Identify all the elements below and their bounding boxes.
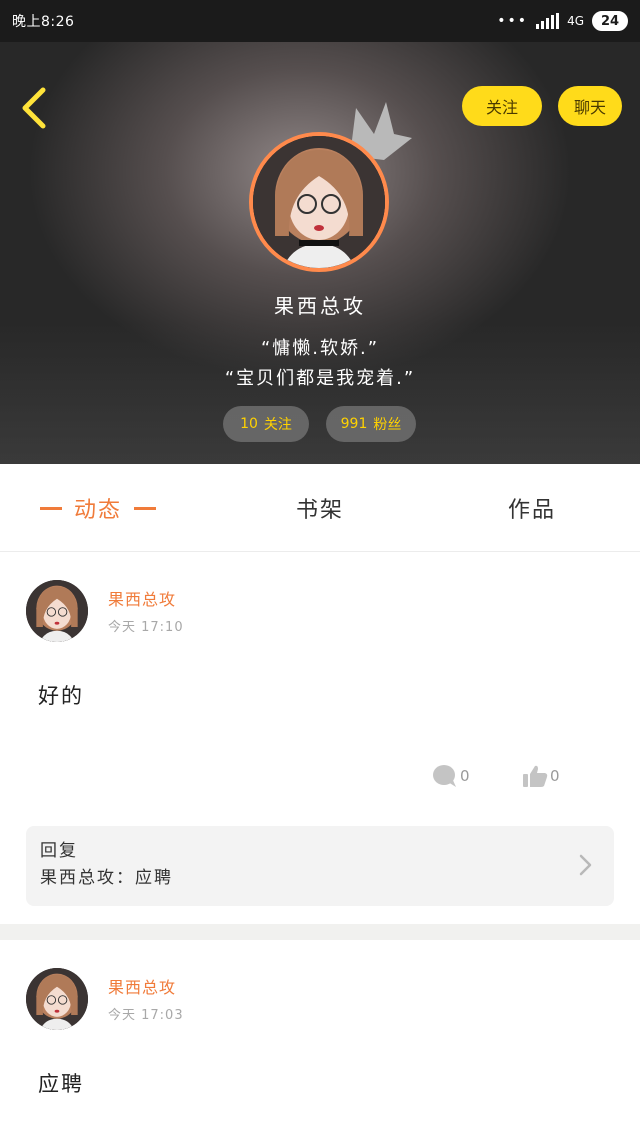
status-indicators: ••• 4G 24 [497,11,628,31]
following-label: 关注 [263,417,292,433]
chat-button[interactable]: 聊天 [558,86,622,126]
post-content: 应聘 [38,1072,84,1096]
avatar-image [26,580,88,642]
profile-tabs: 动态 书架 作品 [0,464,640,552]
comment-icon [433,765,456,787]
battery-icon: 24 [592,11,628,31]
fans-stat[interactable]: 991 粉丝 [326,406,416,442]
tab-label: 作品 [508,498,557,523]
feed-post: 果西总攻 今天 17:03 应聘 [0,940,640,1138]
comment-count: 0 [460,767,470,785]
tab-works[interactable]: 作品 [508,464,556,552]
post-avatar[interactable] [26,580,88,642]
battery-level: 24 [600,13,620,29]
reply-text: 应聘 [135,868,173,888]
fans-label: 粉丝 [373,417,402,433]
tab-label: 书架 [296,498,345,523]
notification-dots: ••• [497,13,529,29]
post-time: 今天 17:03 [108,1008,184,1023]
reply-title: 回复 [40,841,78,861]
network-type: 4G [567,14,584,28]
post-content: 好的 [38,684,84,708]
post-author[interactable]: 果西总攻 [108,974,176,998]
fans-count: 991 [340,416,368,432]
reply-line: 果西总攻：应聘 [40,864,600,892]
post-avatar[interactable] [26,968,88,1030]
tab-indicator-left [40,506,62,510]
comment-button[interactable]: 0 [432,764,470,788]
avatar-image [26,968,88,1030]
thumbs-up-icon [523,765,548,787]
signal-icon [536,13,560,29]
tab-dynamic[interactable]: 动态 [40,464,168,552]
tab-label: 动态 [74,498,123,523]
following-count: 10 [240,416,258,432]
follow-button[interactable]: 关注 [462,86,542,126]
post-author[interactable]: 果西总攻 [108,586,176,610]
like-button[interactable]: 0 [522,764,560,788]
status-bar: 晚上8:26 ••• 4G 24 [0,0,640,42]
profile-avatar[interactable] [249,132,389,272]
status-time: 晚上8:26 [12,14,75,30]
feed-post: 果西总攻 今天 17:10 好的 0 0 回复 果西总攻：应聘 [0,552,640,924]
profile-bio: “慵懒.软娇.” “宝贝们都是我宠着.” [0,334,640,394]
tab-bookshelf[interactable]: 书架 [296,464,344,552]
chevron-right-icon [579,854,592,876]
tab-indicator-right [134,506,157,510]
like-count: 0 [550,767,560,785]
post-time: 今天 17:10 [108,620,184,635]
reply-preview[interactable]: 回复 果西总攻：应聘 [26,826,614,906]
chevron-left-icon [22,87,46,129]
bio-line: “慵懒.软娇.” [260,338,380,359]
reply-author: 果西总攻 [40,868,116,888]
bio-line: “宝贝们都是我宠着.” [224,368,416,389]
post-separator [0,924,640,940]
reply-separator: ： [116,868,135,888]
back-button[interactable] [16,86,52,130]
following-stat[interactable]: 10 关注 [223,406,309,442]
profile-header: 关注 聊天 果西总攻 “慵懒.软娇.” “宝贝们都是我宠着.” 10 关注 99… [0,42,640,464]
profile-name: 果西总攻 [274,294,366,318]
avatar-image [253,136,385,268]
